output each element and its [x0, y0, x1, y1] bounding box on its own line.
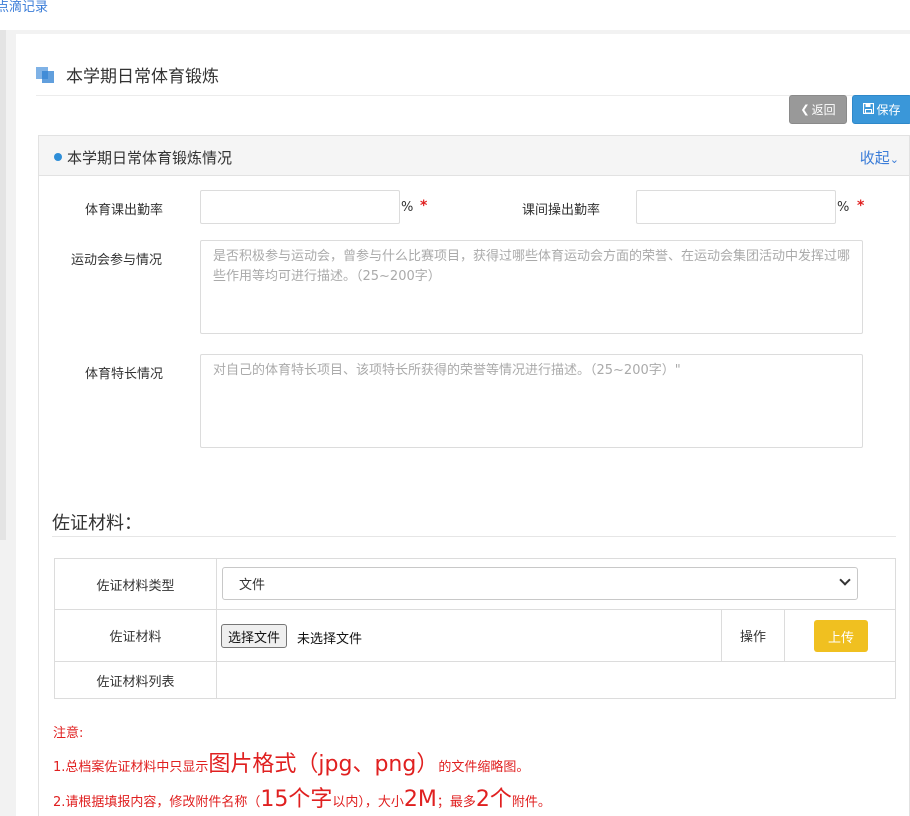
- page-title: 本学期日常体育锻炼: [66, 67, 219, 87]
- evidence-list-label: 佐证材料列表: [55, 662, 217, 698]
- exercise-attendance-label: 课间操出勤率: [522, 203, 601, 218]
- back-button-label: 返回: [811, 103, 836, 117]
- note-2-part-e: ；最多: [436, 795, 476, 810]
- notes-heading: 注意:: [53, 726, 84, 741]
- collapse-label: 收起: [859, 149, 890, 167]
- floppy-disk-icon: [863, 102, 875, 117]
- sports-meet-label: 运动会参与情况: [71, 253, 163, 268]
- page-container: 本学期日常体育锻炼 ❮ 返回 保存 本学期日常体育锻炼情况 收起⌄ 体育课出勤率…: [16, 34, 910, 816]
- save-button[interactable]: 保存: [852, 95, 910, 124]
- file-status: 未选择文件: [297, 632, 363, 647]
- sports-specialty-label: 体育特长情况: [85, 367, 164, 382]
- note-1-part-c: 的文件缩略图。: [438, 760, 530, 775]
- note-2-part-c: 以内），大小: [332, 795, 404, 810]
- note-line-1: 1.总档案佐证材料中只显示图片格式（jpg、png）的文件缩略图。: [53, 749, 551, 784]
- note-1-emphasis: 图片格式（jpg、png）: [208, 752, 439, 777]
- evidence-type-select[interactable]: 文件: [222, 567, 858, 600]
- back-button[interactable]: ❮ 返回: [789, 95, 847, 124]
- breadcrumb-link[interactable]: 点滴记录: [0, 0, 48, 16]
- panel-header: 本学期日常体育锻炼情况 收起⌄: [39, 136, 909, 176]
- exercise-panel: 本学期日常体育锻炼情况 收起⌄ 体育课出勤率 % * 课间操出勤率 % * 运动…: [38, 135, 910, 816]
- sports-specialty-textarea[interactable]: 对自己的体育特长项目、该项特长所获得的荣誉等情况进行描述。（25~200字）": [200, 354, 863, 448]
- squares-icon: [36, 66, 56, 83]
- top-strip: 点滴记录: [0, 0, 910, 30]
- evidence-material-label: 佐证材料: [55, 610, 217, 661]
- panel-title: 本学期日常体育锻炼情况: [67, 149, 233, 167]
- required-mark: *: [420, 198, 428, 214]
- exercise-attendance-input[interactable]: [636, 190, 836, 224]
- chevron-left-icon: ❮: [800, 103, 810, 116]
- collapse-link[interactable]: 收起⌄: [860, 147, 899, 168]
- note-2-part-g: 附件。: [511, 795, 551, 810]
- notes-block: 注意: 1.总档案佐证材料中只显示图片格式（jpg、png）的文件缩略图。 2.…: [53, 722, 551, 816]
- save-button-label: 保存: [876, 103, 901, 117]
- sports-meet-textarea[interactable]: 是否积极参与运动会，曾参与什么比赛项目，获得过哪些体育运动会方面的荣誉、在运动会…: [200, 240, 863, 334]
- operation-label: 操作: [721, 610, 785, 661]
- evidence-type-row: 佐证材料类型 文件: [55, 559, 895, 610]
- evidence-type-value: 文件: [239, 578, 266, 593]
- evidence-file-row: 佐证材料 选择文件 未选择文件 操作 上传: [55, 610, 895, 662]
- bullet-dot-icon: [54, 153, 62, 161]
- note-1-part-a: 1.总档案佐证材料中只显示: [53, 760, 209, 775]
- pe-attendance-label: 体育课出勤率: [85, 203, 164, 218]
- required-mark: *: [857, 198, 865, 214]
- note-2-count-limit: 2个: [475, 787, 512, 812]
- note-2-size-limit: 2M: [403, 787, 437, 812]
- section-divider: [52, 536, 896, 537]
- evidence-table: 佐证材料类型 文件 佐证材料 选择文件 未选择文件 操作 上传 佐证材料列表: [54, 558, 896, 699]
- evidence-type-label: 佐证材料类型: [55, 559, 217, 609]
- upload-button[interactable]: 上传: [814, 620, 868, 652]
- note-2-part-a: 2.请根据填报内容，修改附件名称（: [53, 795, 261, 810]
- choose-file-button[interactable]: 选择文件: [221, 624, 288, 648]
- evidence-section-title: 佐证材料：: [52, 513, 142, 534]
- note-2-char-limit: 15个字: [260, 787, 333, 812]
- chevron-up-icon: ⌄: [889, 153, 899, 166]
- pe-attendance-unit: %: [401, 200, 414, 215]
- pe-attendance-input[interactable]: [200, 190, 400, 224]
- note-line-2: 2.请根据填报内容，修改附件名称（15个字以内），大小2M；最多2个附件。: [53, 784, 551, 816]
- page-header: 本学期日常体育锻炼: [36, 62, 219, 87]
- exercise-attendance-unit: %: [837, 200, 850, 215]
- title-divider: [36, 95, 910, 96]
- chevron-down-icon: [839, 574, 851, 586]
- left-edge: [0, 30, 6, 540]
- evidence-list-row: 佐证材料列表: [55, 662, 895, 698]
